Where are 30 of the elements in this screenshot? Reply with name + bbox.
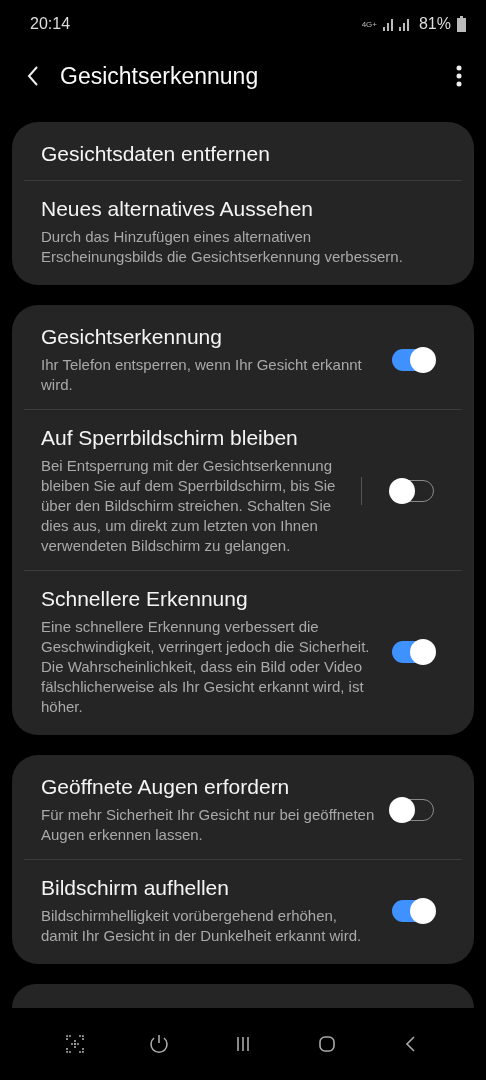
setting-item[interactable]: Geöffnete Augen erfordern Für mehr Sicherheit Ihr Gesicht nur bei geöffneten Augen erkennen lassen.	[24, 759, 462, 859]
toggle-switch[interactable]	[392, 900, 434, 922]
scan-icon[interactable]	[63, 1032, 87, 1056]
setting-description: Ihr Telefon entsperren, wenn Ihr Gesicht erkannt wird.	[41, 355, 363, 395]
setting-title: Schnellere Erkennung	[41, 587, 249, 611]
power-icon[interactable]	[147, 1032, 171, 1056]
battery-icon	[457, 16, 466, 32]
more-options-icon[interactable]	[456, 65, 462, 87]
setting-description: Bildschirmhelligkeit vorübergehend erhöhen, damit Ihr Gesicht in der Dunkelheit erkannt wird.	[41, 906, 363, 946]
setting-title: Auf Sperrbildschirm bleiben	[41, 426, 299, 450]
setting-item[interactable]: Bildschirm aufhellen Bildschirmhelligkeit vorübergehend erhöhen, damit Ihr Gesicht in der Dunkelheit erkannt wird.	[24, 859, 462, 960]
toggle-switch[interactable]	[392, 349, 434, 371]
setting-description: Für mehr Sicherheit Ihr Gesicht nur bei geöffneten Augen erkennen lassen.	[41, 805, 376, 845]
back-icon[interactable]	[26, 65, 40, 87]
setting-title: Geöffnete Augen erfordern	[41, 775, 291, 799]
battery-level: 81%	[418, 15, 451, 33]
setting-item[interactable]: Gesichtsdaten entfernen	[24, 126, 462, 180]
setting-item[interactable]: Gesichtserkennung Ihr Telefon entsperren, wenn Ihr Gesicht erkannt wird.	[24, 309, 462, 409]
page-title: Gesichtserkennung	[60, 62, 260, 90]
toggle-switch[interactable]	[392, 641, 434, 663]
setting-description: Bei Entsperrung mit der Gesichtserkennung bleiben Sie auf dem Sperrbildschirm, bis Sie über den Bildschirm streichen. Schalten Sie dies aus, um direkt zum letzten von Ihnen verwendeten Bildschirm zu gelangen.	[41, 456, 337, 556]
setting-title: Bildschirm aufhellen	[41, 876, 230, 900]
network-type: 4G+	[361, 19, 377, 29]
setting-description: Eine schnellere Erkennung verbessert die Geschwindigkeit, verringert jedoch die Sicherheit. Die Wahrscheinlichkeit, dass ein Bild oder Video fälschlicherweise als Ihr Gesicht erkannt wird, ist höher.	[41, 617, 371, 717]
setting-title: Gesichtsdaten entfernen	[41, 142, 271, 166]
clock: 20:14	[30, 15, 71, 33]
setting-description: Durch das Hinzufügen eines alternativen Erscheinungsbilds die Gesichtserkennung verbessern.	[41, 227, 404, 267]
setting-title: Gesichtserkennung	[41, 325, 223, 349]
setting-item[interactable]: Neues alternatives Aussehen Durch das Hinzufügen eines alternativen Erscheinungsbilds die Gesichtserkennung verbessern.	[24, 180, 462, 281]
setting-title: Neues alternatives Aussehen	[41, 197, 314, 221]
